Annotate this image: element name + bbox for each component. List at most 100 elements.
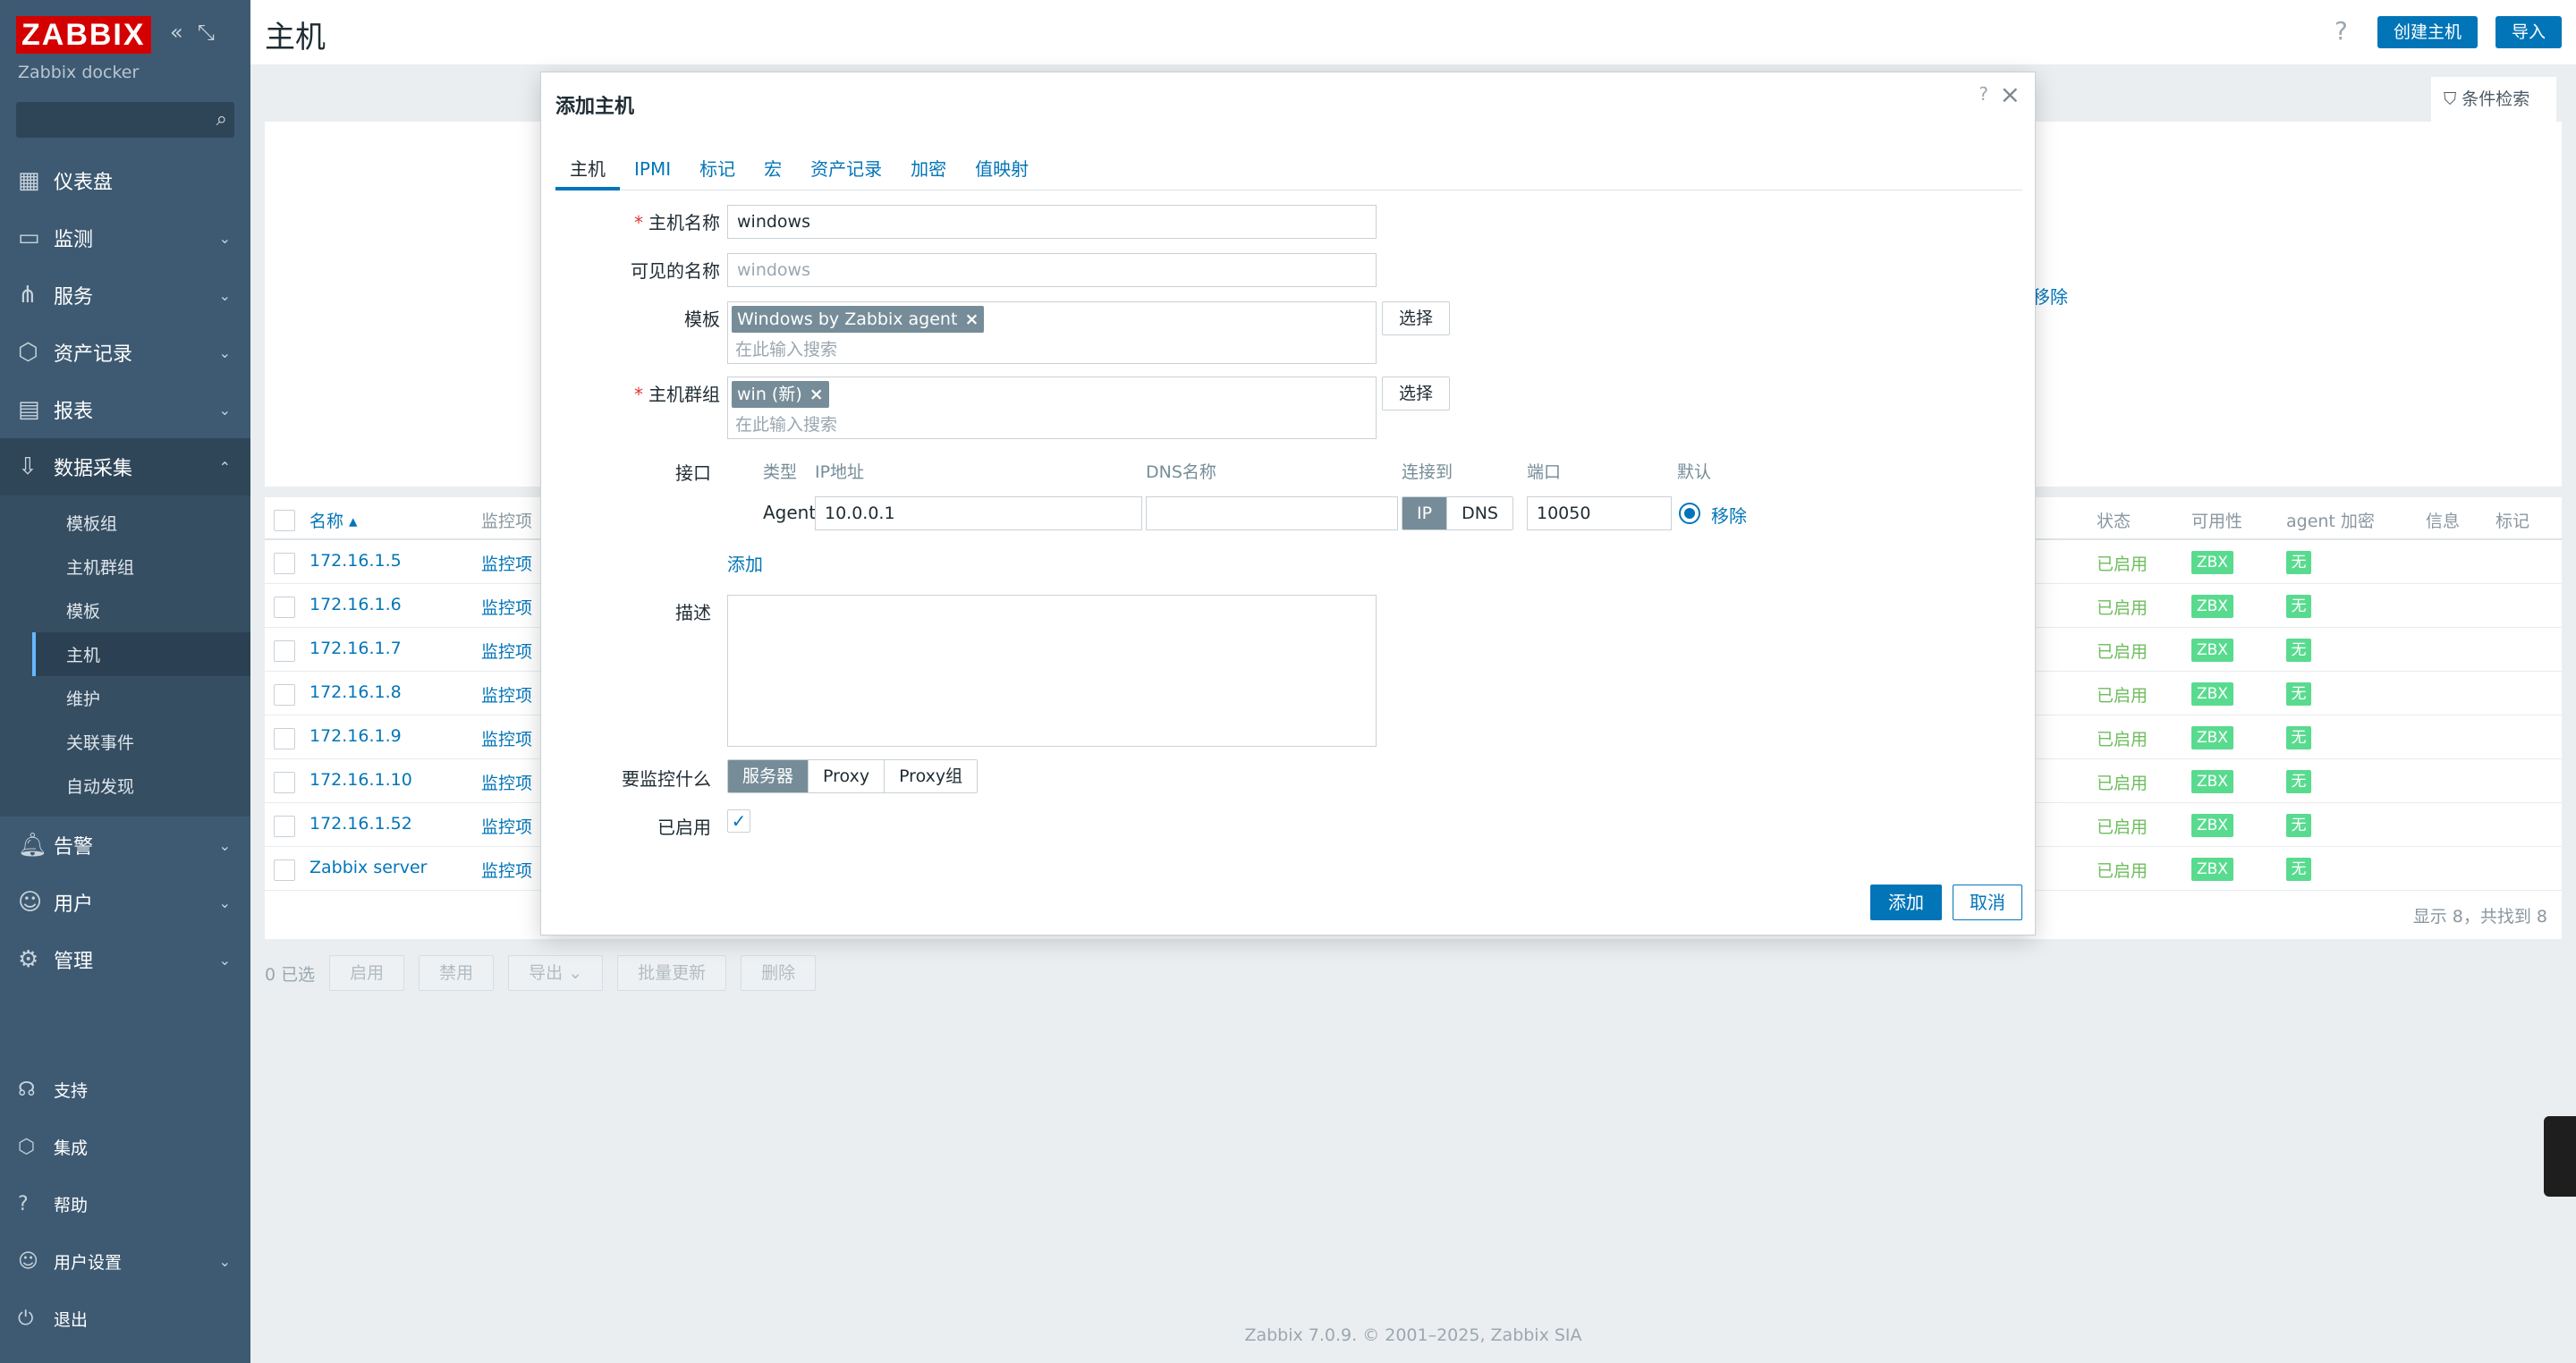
required-marker: * [634, 212, 643, 233]
iface-connect-toggle: IP DNS [1402, 496, 1513, 530]
host-groups-multiselect[interactable]: win (新) × 在此输入搜索 [727, 377, 1377, 439]
sidebar-item-hosts[interactable]: 主机 [32, 632, 250, 676]
select-groups-button[interactable]: 选择 [1382, 377, 1451, 411]
users-icon: ☺ [18, 889, 43, 916]
description-textarea[interactable] [727, 595, 1377, 747]
iface-type-header: 类型 [763, 462, 798, 482]
nav-label: 用户 [54, 893, 94, 916]
templates-search-placeholder[interactable]: 在此输入搜索 [735, 336, 837, 360]
nav-help[interactable]: ? 帮助 [0, 1175, 250, 1232]
remove-chip-icon[interactable]: × [964, 309, 979, 329]
sidebar-item-discovery[interactable]: 自动发现 [32, 764, 250, 808]
host-name-field[interactable]: windows [727, 205, 1377, 239]
chevron-down-icon: ⌄ [218, 951, 231, 969]
monitoring-icon: ▭ [18, 224, 40, 251]
sidebar-item-host-groups[interactable]: 主机群组 [32, 545, 250, 588]
nav-reports[interactable]: ▤ 报表 ⌄ [0, 381, 250, 438]
visible-name-field[interactable]: windows [727, 253, 1377, 287]
iface-remove-link[interactable]: 移除 [1711, 502, 1747, 528]
nav-sign-out[interactable]: ⏻ 退出 [0, 1290, 250, 1347]
enabled-label: 已启用 [657, 817, 711, 838]
page-header: 主机 ? 创建主机 导入 [250, 0, 2576, 64]
nav-label: 告警 [54, 836, 94, 859]
create-host-button[interactable]: 创建主机 [2377, 16, 2479, 48]
groups-search-placeholder[interactable]: 在此输入搜索 [735, 411, 837, 436]
cancel-button[interactable]: 取消 [1953, 885, 2022, 920]
required-marker: * [634, 384, 643, 405]
tab-value-mapping[interactable]: 值映射 [961, 151, 1043, 190]
remove-chip-icon[interactable]: × [809, 385, 824, 404]
nav-administration[interactable]: ⚙ 管理 ⌄ [0, 931, 250, 988]
nav-user-settings[interactable]: ☺ 用户设置 ⌄ [0, 1232, 250, 1290]
iface-ip-header: IP地址 [815, 462, 865, 482]
inventory-icon: ⬡ [18, 339, 38, 366]
services-icon: ⋔ [18, 282, 38, 309]
host-name-label: * 主机名称 [541, 208, 720, 234]
data-collection-icon: ⇩ [18, 453, 38, 480]
select-templates-button[interactable]: 选择 [1382, 301, 1451, 335]
nav-data-collection[interactable]: ⇩ 数据采集 ⌃ [0, 438, 250, 495]
nav-label: 管理 [54, 951, 94, 973]
tab-inventory[interactable]: 资产记录 [796, 151, 896, 190]
nav-label: 报表 [54, 401, 94, 423]
nav-inventory[interactable]: ⬡ 资产记录 ⌄ [0, 324, 250, 381]
nav-integrations[interactable]: ⬡ 集成 [0, 1118, 250, 1175]
connect-ip-option[interactable]: IP [1402, 497, 1448, 529]
sidebar-search-input[interactable]: ⌕ [16, 102, 234, 138]
interfaces-label: 接口 [675, 462, 711, 484]
label-text: 主机名称 [648, 212, 720, 233]
nav-users[interactable]: ☺ 用户 ⌄ [0, 874, 250, 931]
sidebar-item-templates[interactable]: 模板 [32, 588, 250, 632]
sidebar-item-event-correlation[interactable]: 关联事件 [32, 720, 250, 764]
tab-host[interactable]: 主机 [555, 151, 620, 190]
connect-dns-option[interactable]: DNS [1447, 497, 1513, 529]
bell-icon: 🔔︎ [18, 832, 48, 859]
nav-label: 支持 [54, 1080, 89, 1101]
iface-connect-header: 连接到 [1402, 462, 1453, 482]
sidebar-item-template-groups[interactable]: 模板组 [32, 501, 250, 545]
headset-icon: ☊ [18, 1078, 36, 1101]
nav-monitoring[interactable]: ▭ 监测 ⌄ [0, 209, 250, 267]
tab-macros[interactable]: 宏 [750, 151, 796, 190]
add-interface-link[interactable]: 添加 [727, 550, 763, 576]
kiosk-mode-icon[interactable]: ⤡ [198, 20, 215, 45]
monitored-by-proxy[interactable]: Proxy [809, 760, 886, 792]
tab-ipmi[interactable]: IPMI [620, 151, 685, 190]
nav-dashboard[interactable]: ▦ 仪表盘 [0, 152, 250, 209]
monitored-by-toggle: 服务器 Proxy Proxy组 [727, 759, 979, 793]
templates-label: 模板 [684, 309, 720, 330]
integrations-icon: ⬡ [18, 1135, 36, 1158]
close-icon[interactable]: × [2000, 80, 2021, 109]
nav-alerts[interactable]: 🔔︎ 告警 ⌄ [0, 817, 250, 874]
help-icon[interactable]: ? [1979, 83, 1988, 105]
monitored-by-proxy-group[interactable]: Proxy组 [885, 760, 978, 792]
nav-services[interactable]: ⋔ 服务 ⌄ [0, 267, 250, 324]
zabbix-logo[interactable]: ZABBIX [16, 16, 151, 54]
dashboard-icon: ▦ [18, 167, 40, 194]
help-icon: ? [18, 1192, 29, 1215]
label-text: 主机群组 [648, 384, 720, 405]
import-button[interactable]: 导入 [2496, 16, 2563, 48]
iface-default-radio[interactable] [1679, 503, 1700, 524]
search-icon[interactable]: ⌕ [216, 108, 227, 131]
sidebar-item-maintenance[interactable]: 维护 [32, 676, 250, 720]
tab-tags[interactable]: 标记 [685, 151, 750, 190]
help-icon[interactable]: ? [2334, 16, 2348, 46]
chip-label: win (新) [737, 385, 802, 404]
iface-dns-field[interactable] [1146, 496, 1398, 530]
collapse-sidebar-icon[interactable]: « [170, 20, 183, 45]
description-label: 描述 [675, 602, 711, 623]
monitored-by-server[interactable]: 服务器 [728, 760, 809, 792]
chevron-down-icon: ⌄ [218, 343, 231, 361]
enabled-checkbox[interactable]: ✓ [727, 809, 750, 833]
templates-multiselect[interactable]: Windows by Zabbix agent × 在此输入搜索 [727, 301, 1377, 364]
add-host-dialog: 添加主机 ? × 主机 IPMI 标记 宏 资产记录 加密 值映射 * 主机名称 … [540, 72, 2036, 935]
add-button[interactable]: 添加 [1870, 885, 1942, 920]
nav-support[interactable]: ☊ 支持 [0, 1061, 250, 1118]
iface-default-header: 默认 [1677, 462, 1712, 482]
iface-port-field[interactable]: 10050 [1527, 496, 1672, 530]
iface-ip-field[interactable]: 10.0.0.1 [815, 496, 1142, 530]
sidebar: ZABBIX « ⤡ Zabbix docker ⌕ ▦ 仪表盘 ▭ 监测 ⌄ … [0, 0, 250, 1363]
tab-encryption[interactable]: 加密 [896, 151, 961, 190]
checkmark-icon: ✓ [731, 810, 747, 832]
